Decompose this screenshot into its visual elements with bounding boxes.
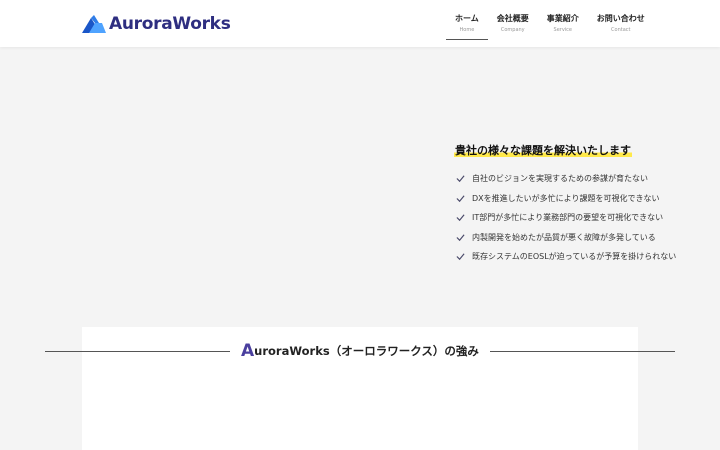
- list-item: 自社のビジョンを実現するための参謀が育たない: [454, 169, 676, 189]
- nav-label: お問い合わせ: [596, 14, 645, 23]
- issue-text: IT部門が多忙により業務部門の要望を可視化できない: [472, 213, 664, 223]
- check-icon: [456, 214, 465, 222]
- divider-left: [45, 351, 230, 352]
- main-nav: ホーム Home 会社概要 Company 事業紹介 Service お問い合わ…: [446, 13, 654, 40]
- nav-item-contact[interactable]: お問い合わせ Contact: [588, 13, 654, 39]
- nav-item-company[interactable]: 会社概要 Company: [488, 13, 538, 39]
- list-item: 既存システムのEOSLが迫っているが予算を掛けられない: [454, 247, 676, 267]
- check-icon: [456, 234, 465, 241]
- nav-sublabel: Company: [500, 27, 525, 33]
- nav-label: 会社概要: [496, 14, 529, 23]
- issue-text: 自社のビジョンを実現するための参謀が育たない: [472, 174, 648, 184]
- check-icon: [456, 253, 465, 261]
- issues-section: 貴社の様々な課題を解決いたします 自社のビジョンを実現するための参謀が育たない …: [454, 139, 676, 267]
- issue-text: DXを推進したいが多忙により課題を可視化できない: [472, 193, 660, 203]
- nav-item-home[interactable]: ホーム Home: [446, 13, 488, 40]
- divider-right: [490, 351, 675, 352]
- list-item: DXを推進したいが多忙により課題を可視化できない: [454, 189, 676, 209]
- issues-list: 自社のビジョンを実現するための参謀が育たない DXを推進したいが多忙により課題を…: [454, 169, 676, 267]
- nav-sublabel: Service: [553, 27, 572, 33]
- issue-text: 既存システムのEOSLが迫っているが予算を掛けられない: [472, 252, 677, 262]
- nav-sublabel: Contact: [611, 27, 631, 33]
- heading-initial: A: [241, 341, 255, 361]
- nav-label: 事業紹介: [546, 14, 579, 23]
- check-icon: [456, 175, 465, 183]
- issues-title: 貴社の様々な課題を解決いたします: [454, 143, 632, 158]
- logo-link[interactable]: AuroraWorks: [82, 12, 231, 36]
- heading-text: uroraWorks（オーロラワークス）の強み: [254, 344, 479, 358]
- nav-label: ホーム: [455, 14, 479, 23]
- strengths-heading: AuroraWorks（オーロラワークス）の強み: [241, 341, 481, 361]
- check-icon: [456, 195, 465, 202]
- list-item: 内製開発を始めたが品質が悪く故障が多発している: [454, 228, 676, 248]
- issue-text: 内製開発を始めたが品質が悪く故障が多発している: [472, 232, 656, 242]
- nav-item-service[interactable]: 事業紹介 Service: [538, 13, 588, 39]
- logo-text: AuroraWorks: [109, 14, 231, 34]
- list-item: IT部門が多忙により業務部門の要望を可視化できない: [454, 208, 676, 228]
- aurora-logo-icon: [82, 15, 106, 33]
- nav-sublabel: Home: [459, 27, 475, 33]
- site-header: AuroraWorks ホーム Home 会社概要 Company 事業紹介 S…: [0, 0, 720, 47]
